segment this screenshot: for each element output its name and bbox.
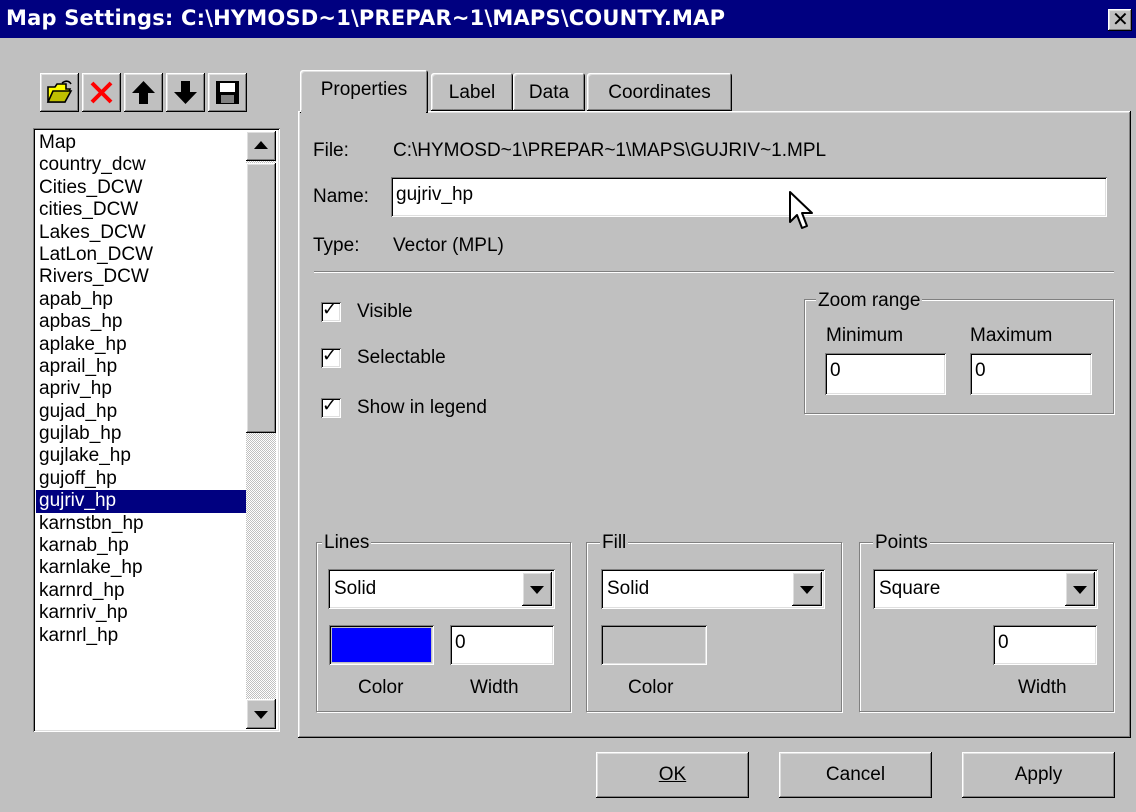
list-item[interactable]: karnab_hp [36, 535, 248, 557]
selectable-checkbox[interactable]: ✓ [321, 345, 341, 368]
lines-color-fill [332, 628, 431, 662]
chevron-down-icon [800, 586, 814, 594]
checkmark-icon: ✓ [322, 345, 338, 366]
lines-style-dropdown[interactable]: Solid [328, 569, 555, 609]
points-width-label: Width [1018, 677, 1067, 698]
show-in-legend-checkbox[interactable]: ✓ [321, 395, 341, 418]
type-label: Type: [313, 235, 360, 256]
tab-label[interactable]: Label [431, 73, 513, 111]
move-up-icon [132, 81, 155, 104]
tab-coordinates[interactable]: Coordinates [587, 73, 732, 111]
tab-data[interactable]: Data [513, 73, 585, 111]
title-bar[interactable]: Map Settings: C:\HYMOSD~1\PREPAR~1\MAPS\… [0, 0, 1136, 38]
list-item[interactable]: karnrl_hp [36, 625, 248, 647]
tab-properties[interactable]: Properties [300, 70, 428, 113]
points-style-dropdown[interactable]: Square [873, 569, 1098, 609]
type-value: Vector (MPL) [393, 235, 504, 256]
apply-button[interactable]: Apply [962, 752, 1115, 798]
zoom-minimum-label: Minimum [826, 325, 904, 346]
file-label: File: [313, 140, 349, 161]
list-item[interactable]: apriv_hp [36, 378, 248, 400]
list-item[interactable]: LatLon_DCW [36, 244, 248, 266]
list-item[interactable]: gujriv_hp [36, 490, 248, 513]
lines-color-swatch[interactable] [329, 625, 434, 665]
list-item[interactable]: gujlake_hp [36, 445, 248, 467]
list-item[interactable]: gujoff_hp [36, 468, 248, 490]
visible-label: Visible [357, 301, 413, 322]
list-item[interactable]: Lakes_DCW [36, 222, 248, 244]
zoom-range-title: Zoom range [816, 290, 923, 312]
fill-color-fill [604, 628, 704, 662]
points-title: Points [873, 532, 930, 554]
list-item[interactable]: Rivers_DCW [36, 266, 248, 288]
list-item[interactable]: Map [36, 132, 248, 154]
lines-width-label: Width [470, 677, 519, 698]
fill-color-label: Color [628, 677, 674, 698]
move-down-button[interactable] [166, 73, 205, 112]
cancel-button[interactable]: Cancel [779, 752, 932, 798]
delete-button[interactable] [82, 73, 121, 112]
name-label: Name: [313, 186, 369, 207]
scroll-down-button[interactable] [246, 699, 276, 729]
mouse-pointer-icon [789, 191, 813, 229]
lines-color-label: Color [358, 677, 404, 698]
dropdown-button[interactable] [792, 572, 822, 606]
list-item[interactable]: karnlake_hp [36, 557, 248, 579]
visible-checkbox[interactable]: ✓ [321, 299, 341, 322]
selectable-label: Selectable [357, 347, 446, 368]
list-item[interactable]: karnrd_hp [36, 580, 248, 602]
layer-list-scrollbar[interactable] [246, 131, 276, 729]
fill-title: Fill [600, 532, 629, 554]
scroll-up-arrow-icon [254, 141, 268, 149]
delete-icon [90, 81, 113, 104]
save-button[interactable] [208, 73, 247, 112]
ok-button[interactable]: OK [596, 752, 749, 798]
open-button[interactable] [40, 73, 79, 112]
save-icon [216, 81, 239, 104]
active-tab-join [301, 110, 426, 114]
list-item[interactable]: gujad_hp [36, 401, 248, 423]
list-item[interactable]: aprail_hp [36, 356, 248, 378]
points-width-field[interactable]: 0 [993, 625, 1097, 665]
zoom-maximum-field[interactable]: 0 [970, 353, 1092, 395]
chevron-down-icon [1073, 586, 1087, 594]
dropdown-button[interactable] [522, 572, 552, 606]
fill-style-dropdown[interactable]: Solid [601, 569, 825, 609]
move-down-icon [174, 81, 197, 104]
separator [314, 271, 1114, 273]
close-icon: ✕ [1112, 7, 1129, 31]
list-item[interactable]: karnstbn_hp [36, 513, 248, 535]
checkmark-icon: ✓ [322, 395, 338, 416]
fill-color-swatch[interactable] [601, 625, 707, 665]
list-item[interactable]: karnriv_hp [36, 602, 248, 624]
file-path: C:\HYMOSD~1\PREPAR~1\MAPS\GUJRIV~1.MPL [393, 140, 827, 161]
name-field[interactable]: gujriv_hp [391, 177, 1107, 217]
zoom-maximum-label: Maximum [970, 325, 1053, 346]
checkmark-icon: ✓ [322, 299, 338, 320]
move-up-button[interactable] [124, 73, 163, 112]
close-button[interactable]: ✕ [1108, 7, 1132, 31]
open-folder-icon [46, 80, 73, 103]
layer-list-items: Map country_dcw Cities_DCW cities_DCW Lakes_… [36, 132, 248, 647]
lines-width-field[interactable]: 0 [450, 625, 554, 665]
list-item[interactable]: apab_hp [36, 289, 248, 311]
scrollbar-thumb[interactable] [246, 163, 276, 433]
list-item[interactable]: aplake_hp [36, 334, 248, 356]
chevron-down-icon [530, 586, 544, 594]
list-item[interactable]: country_dcw [36, 154, 248, 176]
scroll-up-button[interactable] [246, 131, 276, 161]
list-item[interactable]: apbas_hp [36, 311, 248, 333]
map-settings-window: Map Settings: C:\HYMOSD~1\PREPAR~1\MAPS\… [0, 0, 1136, 812]
zoom-minimum-field[interactable]: 0 [825, 353, 946, 395]
window-title: Map Settings: C:\HYMOSD~1\PREPAR~1\MAPS\… [6, 6, 726, 30]
list-item[interactable]: Cities_DCW [36, 177, 248, 199]
show-in-legend-label: Show in legend [357, 397, 487, 418]
lines-title: Lines [322, 532, 372, 554]
dropdown-button[interactable] [1065, 572, 1095, 606]
list-item[interactable]: cities_DCW [36, 199, 248, 221]
scroll-down-arrow-icon [254, 711, 268, 719]
list-item[interactable]: gujlab_hp [36, 423, 248, 445]
layer-list[interactable]: Map country_dcw Cities_DCW cities_DCW Lakes_… [33, 128, 280, 732]
